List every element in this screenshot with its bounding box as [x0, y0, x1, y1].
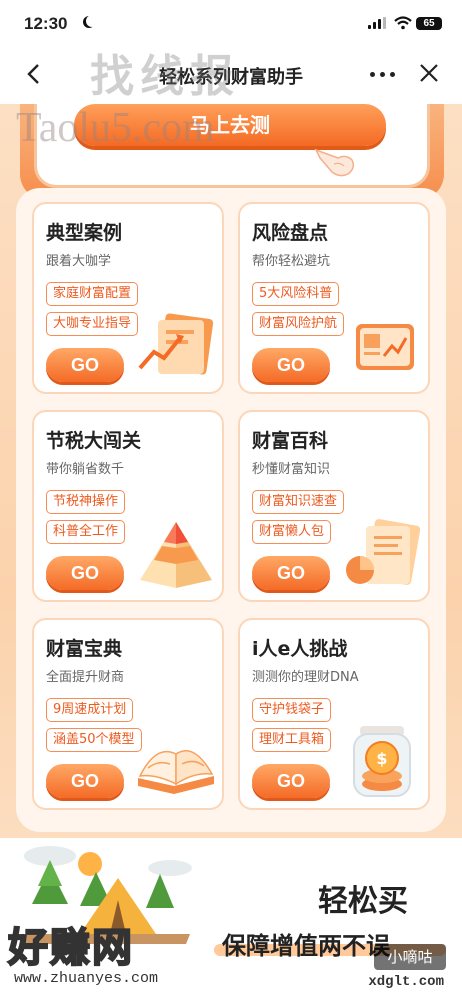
moon-icon — [86, 15, 98, 27]
go-button[interactable]: GO — [252, 764, 330, 798]
more-options-button[interactable] — [370, 62, 396, 86]
card-tag[interactable]: 5大风险科普 — [252, 282, 340, 306]
signal-icon — [368, 17, 388, 29]
battery-indicator: 65 — [416, 17, 442, 30]
card-tag[interactable]: 节税神操作 — [46, 490, 126, 514]
watermark-badge-url: xdglt.com — [368, 974, 444, 990]
close-icon[interactable] — [418, 62, 440, 84]
card-tag[interactable]: 家庭财富配置 — [46, 282, 139, 306]
watermark-bottom: 好赚网 — [7, 924, 134, 972]
card-typical-cases[interactable]: 典型案例 跟着大咖学 家庭财富配置 大咖专业指导 GO — [32, 202, 224, 394]
card-subtitle: 跟着大咖学 — [46, 254, 112, 269]
card-title: 财富宝典 — [46, 638, 123, 660]
watermark-bottom-url: www.zhuanyes.com — [14, 970, 159, 987]
go-button[interactable]: GO — [46, 556, 124, 590]
coin-jar-icon: $ — [353, 726, 411, 797]
card-tag[interactable]: 理财工具箱 — [252, 728, 332, 752]
promo-slogan-subtitle: 保障增值两不误 — [222, 932, 390, 960]
card-tag[interactable]: 科普全工作 — [46, 520, 126, 544]
card-tag[interactable]: 涵盖50个模型 — [46, 728, 142, 752]
card-title: 财富百科 — [252, 430, 329, 452]
card-tag[interactable]: 大咖专业指导 — [46, 312, 139, 336]
card-tax-challenge[interactable]: 节税大闯关 带你躺省数千 节税神操作 科普全工作 GO — [32, 410, 224, 602]
card-title: 典型案例 — [46, 222, 123, 244]
card-tag[interactable]: 财富懒人包 — [252, 520, 332, 544]
go-button[interactable]: GO — [252, 556, 330, 590]
card-personality-challenge[interactable]: i人e人挑战 测测你的理财DNA 守护钱袋子 理财工具箱 GO $ — [238, 618, 430, 810]
watermark-site: Taolu5.com — [16, 105, 215, 151]
card-wealth-guide[interactable]: 财富宝典 全面提升财商 9周速成计划 涵盖50个模型 GO — [32, 618, 224, 810]
card-risk-review[interactable]: 风险盘点 帮你轻松避坑 5大风险科普 财富风险护航 GO — [238, 202, 430, 394]
card-subtitle: 帮你轻松避坑 — [252, 254, 331, 269]
go-button[interactable]: GO — [252, 348, 330, 382]
card-subtitle: 全面提升财商 — [46, 670, 125, 685]
card-wealth-encyclopedia[interactable]: 财富百科 秒懂财富知识 财富知识速查 财富懒人包 GO — [238, 410, 430, 602]
pyramid-icon — [140, 522, 212, 588]
card-tag[interactable]: 财富知识速查 — [252, 490, 345, 514]
open-book-icon — [138, 750, 214, 794]
card-title: 风险盘点 — [252, 222, 329, 244]
status-time: 12:30 — [24, 14, 68, 33]
card-tag[interactable]: 财富风险护航 — [252, 312, 345, 336]
go-button[interactable]: GO — [46, 764, 124, 798]
card-tag[interactable]: 守护钱袋子 — [252, 698, 332, 722]
wifi-icon — [394, 16, 412, 30]
document-chart-icon — [138, 313, 214, 375]
watermark-badge: 小嘀咕 — [374, 944, 446, 970]
features-panel: 典型案例 跟着大咖学 家庭财富配置 大咖专业指导 GO 风险盘点 帮你轻松避坑 … — [16, 188, 446, 832]
go-button[interactable]: GO — [46, 348, 124, 382]
card-title: 节税大闯关 — [46, 430, 142, 452]
card-tag[interactable]: 9周速成计划 — [46, 698, 134, 722]
svg-text:$: $ — [376, 749, 387, 768]
card-subtitle: 测测你的理财DNA — [252, 670, 359, 685]
watermark-top: 找线报 — [90, 51, 240, 102]
card-subtitle: 秒懂财富知识 — [252, 462, 331, 477]
status-bar: 12:30 65 — [0, 0, 462, 44]
pie-chart-icon — [346, 519, 421, 585]
promo-slogan-title: 轻松买 — [318, 884, 408, 919]
dashboard-chart-icon — [356, 324, 414, 370]
card-subtitle: 带你躺省数千 — [46, 462, 125, 477]
pointing-hand-icon — [314, 148, 355, 177]
card-title: i人e人挑战 — [252, 638, 348, 660]
